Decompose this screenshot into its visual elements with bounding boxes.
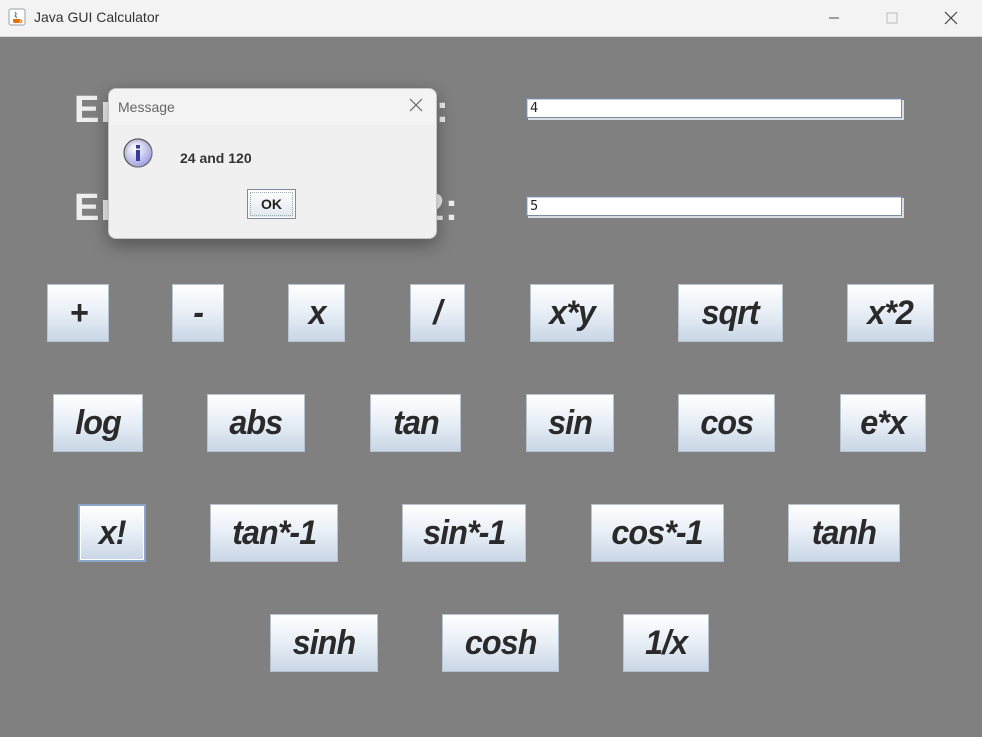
power-button[interactable]: x*y [530, 284, 614, 342]
arcsin-button[interactable]: sin*-1 [402, 504, 526, 562]
tan-button-label: tan [392, 403, 440, 442]
arccos-button[interactable]: cos*-1 [591, 504, 724, 562]
exp-button[interactable]: e*x [840, 394, 926, 452]
sqrt-button[interactable]: sqrt [678, 284, 783, 342]
dialog-message: 24 and 120 [180, 150, 252, 166]
arctan-button-label: tan*-1 [231, 513, 317, 552]
arcsin-button-label: sin*-1 [422, 513, 506, 552]
window-title: Java GUI Calculator [34, 9, 160, 25]
close-icon [944, 11, 958, 25]
factorial-button-label: x! [98, 513, 127, 552]
reciprocal-button-label: 1/x [644, 623, 688, 662]
sqrt-button-label: sqrt [701, 293, 760, 332]
square-button-label: x*2 [867, 293, 915, 332]
tanh-button-label: tanh [811, 513, 877, 552]
cosh-button[interactable]: cosh [442, 614, 559, 672]
info-icon [123, 138, 153, 168]
arccos-button-label: cos*-1 [611, 513, 704, 552]
abs-button[interactable]: abs [207, 394, 305, 452]
divide-button-label: / [433, 293, 442, 332]
dialog-close-icon[interactable] [408, 97, 424, 113]
close-button[interactable] [922, 0, 980, 36]
maximize-button[interactable] [863, 0, 921, 36]
cos-button[interactable]: cos [678, 394, 775, 452]
minimize-icon [829, 17, 839, 19]
log-button[interactable]: log [53, 394, 143, 452]
exp-button-label: e*x [860, 403, 907, 442]
number1-label-suffix: : [436, 89, 450, 131]
subtract-button[interactable]: - [172, 284, 224, 342]
log-button-label: log [75, 403, 122, 442]
arctan-button[interactable]: tan*-1 [210, 504, 338, 562]
sinh-button[interactable]: sinh [270, 614, 378, 672]
maximize-icon [886, 12, 898, 24]
number1-input[interactable]: 4 [526, 98, 902, 118]
multiply-button[interactable]: x [288, 284, 345, 342]
cosh-button-label: cosh [464, 623, 538, 662]
abs-button-label: abs [229, 403, 284, 442]
title-bar: Java GUI Calculator [0, 0, 982, 37]
number2-input[interactable]: 5 [526, 196, 902, 216]
reciprocal-button[interactable]: 1/x [623, 614, 709, 672]
square-button[interactable]: x*2 [847, 284, 934, 342]
multiply-button-label: x [307, 293, 326, 332]
tanh-button[interactable]: tanh [788, 504, 900, 562]
sin-button-label: sin [548, 403, 593, 442]
tan-button[interactable]: tan [370, 394, 461, 452]
minimize-button[interactable] [805, 0, 863, 36]
cos-button-label: cos [700, 403, 754, 442]
message-dialog: Message 24 and 120 OK [108, 88, 437, 239]
factorial-button[interactable]: x! [78, 504, 146, 562]
power-button-label: x*y [549, 293, 596, 332]
java-app-icon [8, 8, 26, 26]
dialog-title: Message [118, 99, 175, 115]
subtract-button-label: - [193, 293, 204, 332]
add-button[interactable]: + [47, 284, 109, 342]
divide-button[interactable]: / [410, 284, 465, 342]
sin-button[interactable]: sin [526, 394, 614, 452]
sinh-button-label: sinh [292, 623, 357, 662]
ok-button[interactable]: OK [247, 189, 296, 219]
add-button-label: + [69, 293, 88, 332]
